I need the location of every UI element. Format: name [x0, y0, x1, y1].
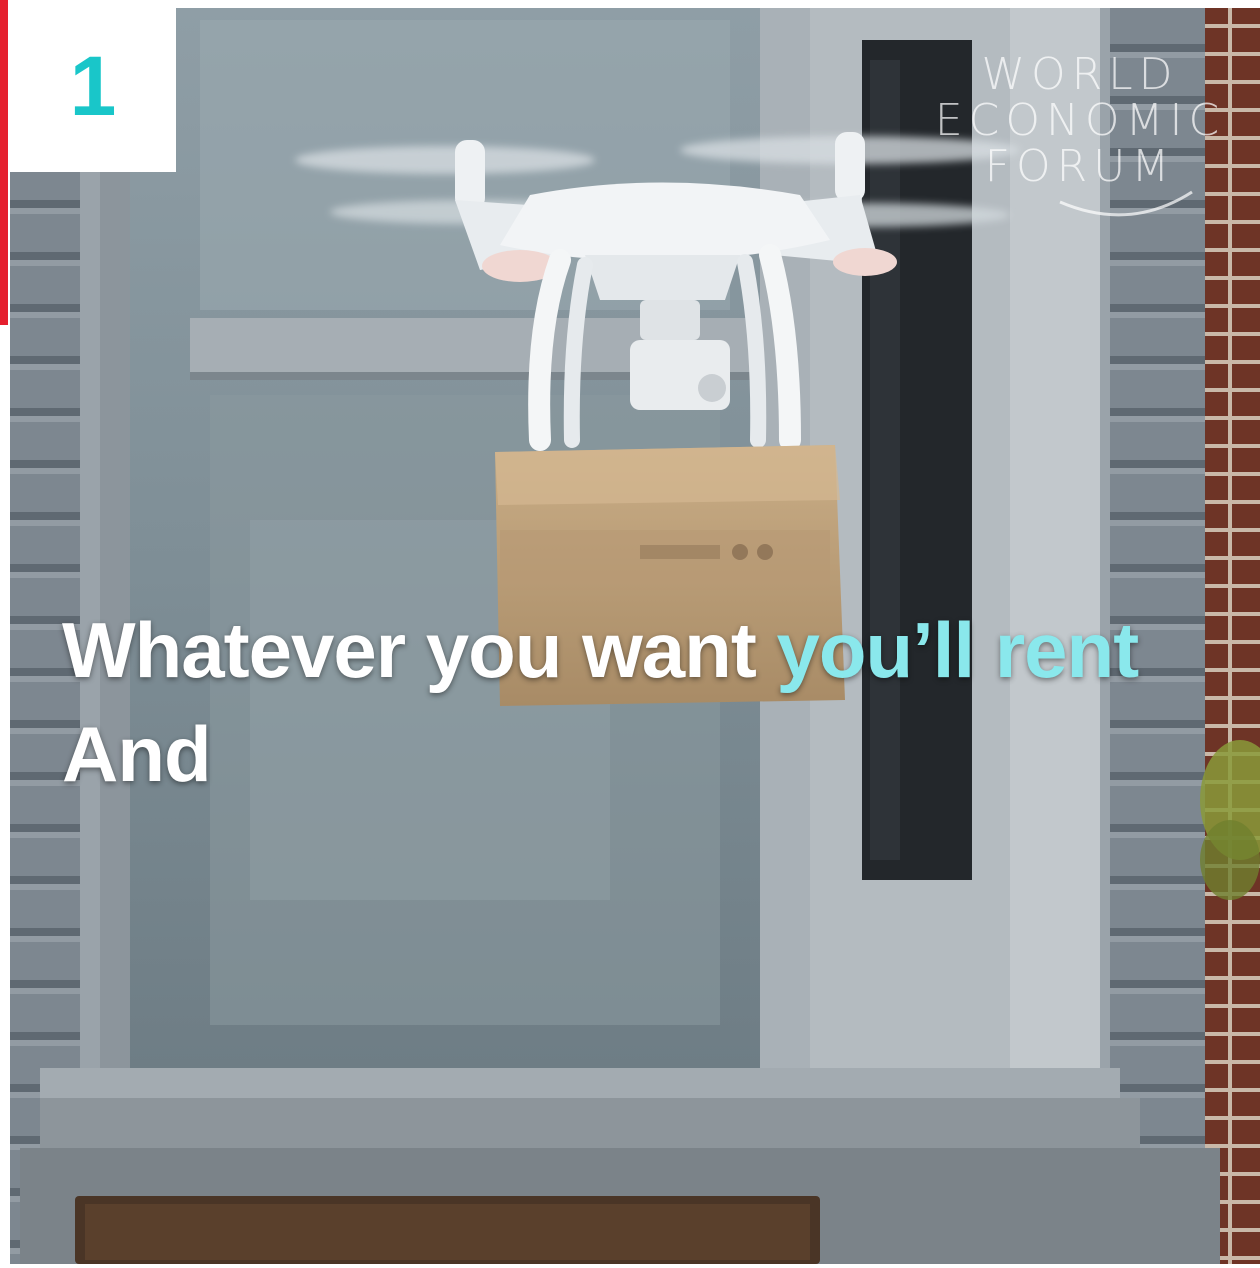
- world-economic-forum-logo: WORLD ECONOMIC FORUM: [930, 52, 1230, 242]
- video-frame: 1 WORLD ECONOMIC FORUM Whatever you want…: [0, 0, 1260, 1268]
- accent-bar: [0, 0, 8, 325]
- list-number: 1: [69, 39, 117, 133]
- list-number-badge: 1: [10, 6, 176, 172]
- caption-highlight-text: you’ll rent: [776, 606, 1139, 694]
- logo-arc-icon: [1059, 190, 1193, 217]
- caption-line-2: And: [62, 710, 212, 798]
- caption-line-1: Whatever you want you’ll rent: [62, 598, 1242, 702]
- caption-white-text: Whatever you want: [62, 606, 777, 694]
- subtitle-caption: Whatever you want you’ll rent And: [62, 598, 1242, 806]
